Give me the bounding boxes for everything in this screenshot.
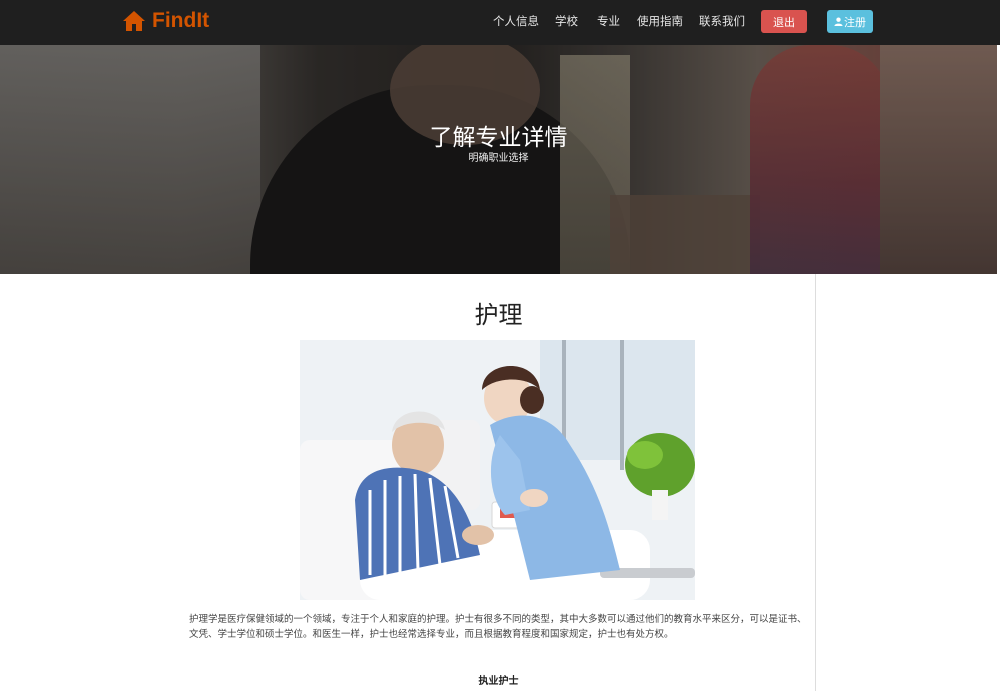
nav-link-schools[interactable]: 学校 bbox=[555, 13, 578, 29]
nurse-patient-illustration bbox=[300, 340, 695, 600]
brand-name: FindIt bbox=[152, 9, 210, 32]
brand-logo[interactable]: FindIt bbox=[122, 6, 209, 36]
section-heading-licensed-nurse: 执业护士 bbox=[478, 676, 519, 687]
user-icon bbox=[834, 17, 843, 26]
home-icon bbox=[123, 11, 145, 31]
hero-banner: 了解专业详情 明确职业选择 bbox=[0, 45, 997, 274]
major-title: 护理 bbox=[474, 301, 523, 329]
logout-button[interactable]: 退出 bbox=[761, 10, 807, 33]
hero-title: 了解专业详情 bbox=[429, 125, 568, 151]
register-button[interactable]: 注册 bbox=[827, 10, 873, 33]
content-divider bbox=[815, 274, 816, 691]
major-description: 护理学是医疗保健领域的一个领域，专注于个人和家庭的护理。护士有很多不同的类型，其… bbox=[189, 614, 807, 640]
hero-subtitle: 明确职业选择 bbox=[468, 153, 529, 164]
nav-link-majors[interactable]: 专业 bbox=[597, 13, 620, 29]
nav-link-guide[interactable]: 使用指南 bbox=[637, 13, 683, 29]
nav-link-contact[interactable]: 联系我们 bbox=[699, 13, 745, 29]
register-label: 注册 bbox=[844, 15, 866, 29]
major-photo bbox=[300, 340, 695, 600]
logout-label: 退出 bbox=[773, 15, 795, 29]
top-navbar: FindIt 个人信息 学校 专业 使用指南 联系我们 退出 注册 bbox=[0, 0, 1000, 45]
nav-link-profile[interactable]: 个人信息 bbox=[493, 13, 539, 29]
